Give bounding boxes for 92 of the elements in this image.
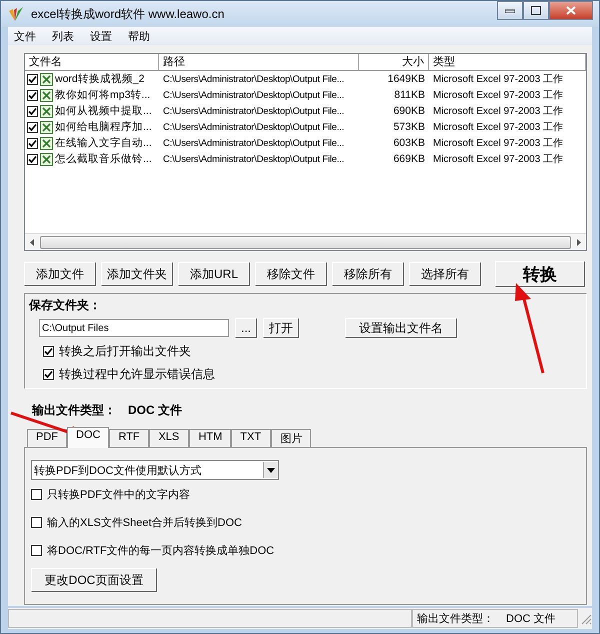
file-size: 1649KB (386, 73, 426, 85)
option-label: 转换之后打开输出文件夹 (59, 343, 191, 360)
option-label: 将DOC/RTF文件的每一页内容转换成单独DOC (47, 544, 274, 558)
checkbox[interactable] (27, 154, 38, 164)
close-button[interactable] (549, 1, 593, 20)
browse-button[interactable]: ... (235, 318, 258, 338)
file-type: Microsoft Excel 97-2003 工作 (432, 153, 564, 166)
column-header[interactable]: 路径 (159, 54, 359, 70)
status-value: DOC 文件 (506, 612, 556, 626)
format-tab[interactable]: TXT (231, 429, 272, 447)
excel-file-icon (40, 136, 53, 150)
format-tab[interactable]: DOC (67, 427, 110, 448)
file-path: C:\Users\Administrator\Desktop\Output File... (162, 154, 346, 164)
minimize-button[interactable] (497, 1, 523, 20)
output-type-value: DOC 文件 (128, 402, 182, 419)
column-header[interactable]: 大小 (359, 54, 429, 70)
file-name: 怎么截取音乐做铃... (55, 152, 152, 166)
file-size: 603KB (392, 137, 426, 149)
window-title: excel转换成word软件 www.leawo.cn (31, 6, 224, 22)
page-setup-button[interactable]: 更改DOC页面设置 (31, 568, 157, 592)
format-tab[interactable]: PDF (27, 429, 67, 447)
file-name: 如何从视频中提取... (55, 104, 152, 118)
checkbox[interactable] (31, 544, 42, 556)
checkbox[interactable] (43, 346, 54, 357)
resize-grip-icon (580, 612, 592, 624)
checkbox[interactable] (27, 122, 38, 132)
checkbox[interactable] (27, 106, 38, 116)
excel-file-icon (40, 120, 53, 134)
file-size: 573KB (392, 121, 426, 133)
maximize-button[interactable] (523, 1, 549, 20)
horizontal-scrollbar[interactable] (25, 233, 586, 250)
format-tab[interactable]: HTM (189, 429, 232, 447)
excel-file-icon (40, 152, 53, 166)
file-type: Microsoft Excel 97-2003 工作 (432, 73, 564, 86)
format-tab[interactable]: 图片 (271, 429, 312, 447)
dropdown-arrow-icon (267, 468, 275, 472)
option-label: 只转换PDF文件中的文字内容 (47, 488, 190, 502)
toolbar-button[interactable]: 添加文件夹 (101, 262, 173, 286)
option-label: 转换过程中允许显示错误信息 (59, 366, 215, 383)
file-type: Microsoft Excel 97-2003 工作 (432, 105, 564, 118)
scroll-left-icon (29, 238, 36, 246)
file-path: C:\Users\Administrator\Desktop\Output File... (162, 90, 346, 100)
save-folder-label: 保存文件夹： (29, 297, 102, 314)
toolbar-button[interactable]: 选择所有 (409, 262, 481, 286)
file-type: Microsoft Excel 97-2003 工作 (432, 121, 564, 134)
file-path: C:\Users\Administrator\Desktop\Output File... (162, 138, 346, 148)
checkbox[interactable] (31, 488, 42, 500)
checkbox[interactable] (43, 369, 54, 380)
toolbar-button[interactable]: 移除所有 (332, 262, 404, 286)
folder-path-field[interactable]: C:\Output Files (39, 319, 229, 337)
menu-item[interactable]: 帮助 (128, 28, 150, 44)
toolbar-button[interactable]: 添加URL (178, 262, 250, 286)
file-path: C:\Users\Administrator\Desktop\Output File... (162, 106, 346, 116)
output-name-button[interactable]: 设置输出文件名 (345, 318, 458, 338)
file-path: C:\Users\Administrator\Desktop\Output File... (162, 122, 346, 132)
checkbox[interactable] (31, 516, 42, 528)
file-size: 811KB (393, 89, 426, 101)
file-name: word转换成视频_2 (55, 72, 144, 86)
menu-item[interactable]: 文件 (14, 28, 36, 44)
format-tab[interactable]: RTF (109, 429, 150, 447)
file-name: 在线输入文字自动... (55, 136, 152, 150)
toolbar-button[interactable]: 移除文件 (255, 262, 327, 286)
maximize-icon (531, 6, 541, 15)
file-type: Microsoft Excel 97-2003 工作 (432, 137, 564, 150)
open-button[interactable]: 打开 (263, 318, 300, 338)
checkbox[interactable] (27, 138, 38, 148)
output-type-label: 输出文件类型： (32, 402, 116, 419)
scroll-right-icon (575, 238, 582, 246)
checkbox[interactable] (27, 74, 38, 84)
minimize-icon (505, 8, 515, 12)
close-icon (566, 6, 576, 15)
file-path: C:\Users\Administrator\Desktop\Output File... (162, 74, 346, 84)
file-type: Microsoft Excel 97-2003 工作 (432, 89, 564, 102)
menu-item[interactable]: 列表 (52, 28, 74, 44)
status-label: 输出文件类型： (417, 612, 494, 626)
column-header[interactable]: 文件名 (25, 54, 159, 70)
checkbox[interactable] (27, 90, 38, 100)
convert-button[interactable]: 转换 (495, 261, 585, 287)
file-size: 669KB (392, 153, 426, 165)
file-name: 如何给电脑程序加... (55, 120, 152, 134)
format-tab[interactable]: XLS (149, 429, 190, 447)
excel-file-icon (40, 104, 53, 118)
mode-dropdown[interactable]: 转换PDF到DOC文件使用默认方式 (31, 460, 279, 480)
column-header[interactable]: 类型 (429, 54, 586, 70)
excel-file-icon (40, 88, 53, 102)
app-logo-icon (7, 5, 25, 23)
toolbar-button[interactable]: 添加文件 (24, 262, 96, 286)
excel-file-icon (40, 72, 53, 86)
file-size: 690KB (392, 105, 426, 117)
file-name: 教你如何将mp3转... (55, 88, 150, 102)
menu-item[interactable]: 设置 (90, 28, 112, 44)
option-label: 输入的XLS文件Sheet合并后转换到DOC (47, 516, 242, 530)
